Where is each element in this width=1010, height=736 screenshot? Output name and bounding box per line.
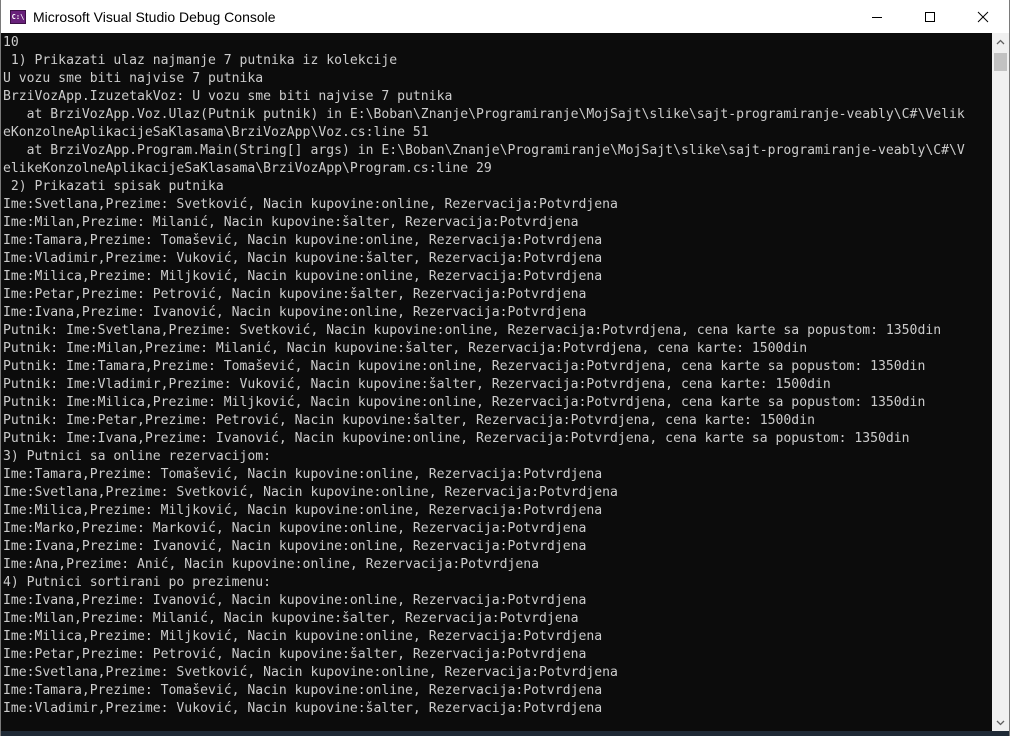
console-line: Ime:Ana,Prezime: Anić, Nacin kupovine:on…	[3, 557, 540, 572]
vs-debug-console-icon[interactable]: C:\	[10, 9, 26, 24]
title-bar[interactable]: C:\ Microsoft Visual Studio Debug Consol…	[1, 0, 1009, 33]
window-bottom-edge	[1, 731, 1009, 736]
console-line: at BrziVozApp.Program.Main(String[] args…	[3, 143, 965, 158]
console-line: Putnik: Ime:Milica,Prezime: Miljković, N…	[3, 395, 926, 410]
console-line: Ime:Milica,Prezime: Miljković, Nacin kup…	[3, 269, 603, 284]
maximize-icon	[924, 11, 935, 22]
console-line: Ime:Ivana,Prezime: Ivanović, Nacin kupov…	[3, 305, 587, 320]
chevron-up-icon	[996, 39, 1005, 44]
console-line: 1) Prikazati ulaz najmanje 7 putnika iz …	[3, 53, 398, 68]
close-icon	[977, 11, 988, 22]
console-line: Ime:Ivana,Prezime: Ivanović, Nacin kupov…	[3, 593, 587, 608]
console-line: Ime:Milan,Prezime: Milanić, Nacin kupovi…	[3, 215, 579, 230]
console-line: Ime:Tamara,Prezime: Tomašević, Nacin kup…	[3, 683, 603, 698]
scroll-down-button[interactable]	[992, 714, 1009, 731]
console-line: Ime:Svetlana,Prezime: Svetković, Nacin k…	[3, 197, 618, 212]
console-line: Ime:Marko,Prezime: Marković, Nacin kupov…	[3, 521, 587, 536]
console-line: Ime:Petar,Prezime: Petrović, Nacin kupov…	[3, 287, 587, 302]
scroll-up-button[interactable]	[992, 33, 1009, 50]
console-line: Ime:Tamara,Prezime: Tomašević, Nacin kup…	[3, 467, 603, 482]
console-output: 10 1) Prikazati ulaz najmanje 7 putnika …	[1, 33, 992, 718]
close-button[interactable]	[956, 0, 1009, 33]
minimize-button[interactable]	[850, 0, 903, 33]
debug-console-window: C:\ Microsoft Visual Studio Debug Consol…	[0, 0, 1010, 736]
console-line: 2) Prikazati spisak putnika	[3, 179, 224, 194]
console-line: Putnik: Ime:Vladimir,Prezime: Vuković, N…	[3, 377, 831, 392]
minimize-icon	[871, 16, 882, 18]
console-line: U vozu sme biti najvise 7 putnika	[3, 71, 264, 86]
console-line: Putnik: Ime:Svetlana,Prezime: Svetković,…	[3, 323, 942, 338]
console-output-area[interactable]: 10 1) Prikazati ulaz najmanje 7 putnika …	[1, 33, 992, 731]
console-line: Ime:Vladimir,Prezime: Vuković, Nacin kup…	[3, 251, 603, 266]
console-line: elikeKonzolneAplikacijeSaKlasama\BrziVoz…	[3, 161, 492, 176]
console-line: Putnik: Ime:Tamara,Prezime: Tomašević, N…	[3, 359, 926, 374]
console-line: Ime:Svetlana,Prezime: Svetković, Nacin k…	[3, 485, 618, 500]
vertical-scrollbar[interactable]	[992, 33, 1009, 731]
console-line: Ime:Milica,Prezime: Miljković, Nacin kup…	[3, 629, 603, 644]
chevron-down-icon	[996, 720, 1005, 725]
console-line: BrziVozApp.IzuzetakVoz: U vozu sme biti …	[3, 89, 453, 104]
console-line: Putnik: Ime:Petar,Prezime: Petrović, Nac…	[3, 413, 815, 428]
console-line: Ime:Ivana,Prezime: Ivanović, Nacin kupov…	[3, 539, 587, 554]
console-line: 4) Putnici sortirani po prezimenu:	[3, 575, 272, 590]
console-line: Putnik: Ime:Ivana,Prezime: Ivanović, Nac…	[3, 431, 910, 446]
maximize-button[interactable]	[903, 0, 956, 33]
console-line: Ime:Vladimir,Prezime: Vuković, Nacin kup…	[3, 701, 603, 716]
window-controls	[850, 0, 1009, 33]
console-line: 3) Putnici sa online rezervacijom:	[3, 449, 272, 464]
console-line: Ime:Svetlana,Prezime: Svetković, Nacin k…	[3, 665, 618, 680]
console-line: Putnik: Ime:Milan,Prezime: Milanić, Naci…	[3, 341, 808, 356]
console-line: Ime:Petar,Prezime: Petrović, Nacin kupov…	[3, 647, 587, 662]
console-line: Ime:Tamara,Prezime: Tomašević, Nacin kup…	[3, 233, 603, 248]
console-line: Ime:Milica,Prezime: Miljković, Nacin kup…	[3, 503, 603, 518]
window-title: Microsoft Visual Studio Debug Console	[33, 8, 276, 25]
scrollbar-thumb[interactable]	[994, 53, 1007, 71]
console-line: eKonzolneAplikacijeSaKlasama\BrziVozApp\…	[3, 125, 429, 140]
console-line: 10	[3, 35, 19, 50]
console-line: Ime:Milan,Prezime: Milanić, Nacin kupovi…	[3, 611, 579, 626]
console-line: at BrziVozApp.Voz.Ulaz(Putnik putnik) in…	[3, 107, 965, 122]
